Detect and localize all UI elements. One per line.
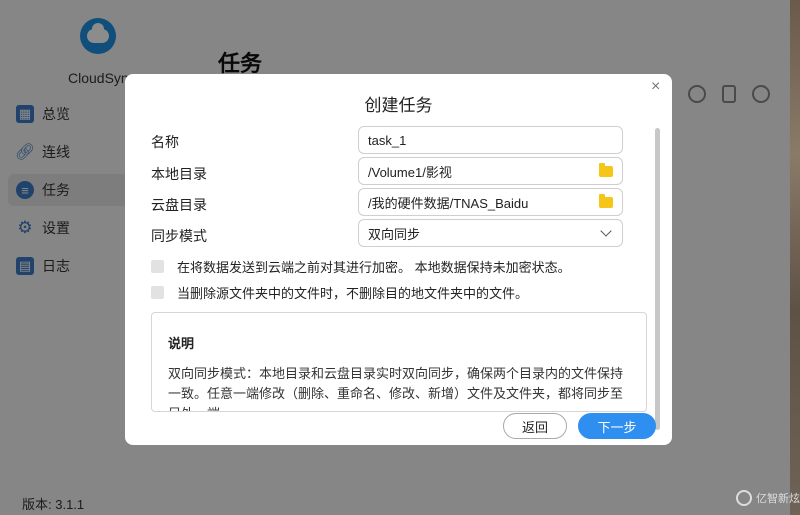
next-button[interactable]: 下一步 <box>578 413 656 439</box>
dialog-title: 创建任务 <box>364 96 433 115</box>
encrypt-option-label: 在将数据发送到云端之前对其进行加密。 本地数据保持未加密状态。 <box>177 260 571 275</box>
name-label: 名称 <box>151 134 179 150</box>
local-dir-value: /Volume1/影视 <box>368 164 452 180</box>
name-input-value: task_1 <box>368 132 407 148</box>
description-text: 双向同步模式：本地目录和云盘目录实时双向同步，确保两个目录内的文件保持一致。任意… <box>168 366 624 411</box>
chevron-down-icon <box>600 225 612 237</box>
sync-mode-label: 同步模式 <box>151 228 207 244</box>
desktop-background <box>790 0 800 515</box>
description-box: 说明 双向同步模式：本地目录和云盘目录实时双向同步，确保两个目录内的文件保持一致… <box>151 312 647 412</box>
cloud-dir-value: /我的硬件数据/TNAS_Baidu <box>368 195 529 211</box>
name-input[interactable]: task_1 <box>358 126 623 154</box>
local-dir-label: 本地目录 <box>151 166 207 182</box>
encrypt-checkbox[interactable] <box>151 260 164 273</box>
encrypt-option[interactable]: 在将数据发送到云端之前对其进行加密。 本地数据保持未加密状态。 <box>151 257 571 276</box>
watermark-logo-icon <box>736 490 752 506</box>
cloud-dir-label: 云盘目录 <box>151 197 207 213</box>
watermark-text: 亿智新炫 <box>756 493 800 505</box>
local-dir-input[interactable]: /Volume1/影视 <box>358 157 623 185</box>
close-icon[interactable]: × <box>651 78 660 96</box>
folder-icon[interactable] <box>599 193 613 208</box>
back-button[interactable]: 返回 <box>503 413 567 439</box>
dialog-scrollbar[interactable] <box>655 128 660 430</box>
description-title: 说明 <box>168 336 195 351</box>
keep-on-delete-option[interactable]: 当删除源文件夹中的文件时，不删除目的地文件夹中的文件。 <box>151 283 528 302</box>
sync-mode-select[interactable]: 双向同步 <box>358 219 623 247</box>
folder-icon[interactable] <box>599 162 613 177</box>
sync-mode-value: 双向同步 <box>368 226 421 242</box>
cloud-dir-input[interactable]: /我的硬件数据/TNAS_Baidu <box>358 188 623 216</box>
watermark: 亿智新炫 <box>736 490 800 506</box>
keep-on-delete-checkbox[interactable] <box>151 286 164 299</box>
keep-on-delete-option-label: 当删除源文件夹中的文件时，不删除目的地文件夹中的文件。 <box>177 286 529 301</box>
create-task-dialog: 创建任务 × 名称 task_1 本地目录 /Volume1/影视 云盘目录 /… <box>125 74 672 445</box>
